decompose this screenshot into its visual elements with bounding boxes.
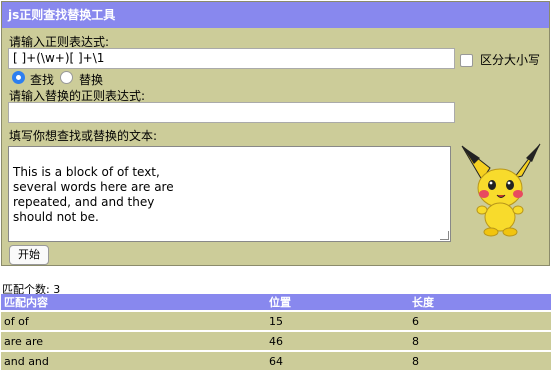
regex-tool-panel: js正则查找替换工具 请输入正则表达式: [ ]+(\w+)[ ]+\1 区分大… <box>1 1 550 266</box>
cell-length: 6 <box>409 310 551 331</box>
case-sensitive-checkbox[interactable] <box>460 54 473 67</box>
case-sensitive-label: 区分大小写 <box>480 53 541 67</box>
find-radio[interactable] <box>12 71 25 84</box>
table-row: are are 46 8 <box>1 330 551 351</box>
cell-length: 8 <box>409 350 551 370</box>
text-area[interactable]: This is a block of of text, several word… <box>8 146 451 242</box>
header-match: 匹配内容 <box>1 294 266 311</box>
start-button[interactable]: 开始 <box>9 245 49 265</box>
table-row: of of 15 6 <box>1 310 551 331</box>
cell-match: of of <box>1 310 266 331</box>
cell-position: 64 <box>266 350 409 370</box>
results-header-row: 匹配内容 位置 长度 <box>1 294 551 311</box>
panel-title: js正则查找替换工具 <box>2 2 549 28</box>
resize-handle-icon[interactable] <box>440 231 449 240</box>
replace-input[interactable] <box>8 102 455 123</box>
cell-length: 8 <box>409 330 551 351</box>
text-area-content: This is a block of of text, several word… <box>13 165 174 224</box>
cell-match: and and <box>1 350 266 370</box>
cell-position: 46 <box>266 330 409 351</box>
find-radio-label: 查找 <box>30 73 55 87</box>
regex-input[interactable]: [ ]+(\w+)[ ]+\1 <box>8 48 455 69</box>
header-position: 位置 <box>266 294 409 311</box>
replace-radio-label: 替换 <box>79 73 104 87</box>
header-length: 长度 <box>409 294 551 311</box>
cell-match: are are <box>1 330 266 351</box>
table-row: and and 64 8 <box>1 350 551 370</box>
cell-position: 15 <box>266 310 409 331</box>
replace-radio[interactable] <box>60 71 73 84</box>
text-label: 填写你想查找或替换的文本: <box>9 129 158 143</box>
pokemon-mascot-icon <box>461 143 541 237</box>
results-table: 匹配内容 位置 长度 of of 15 6 are are 46 8 and a… <box>1 294 551 370</box>
